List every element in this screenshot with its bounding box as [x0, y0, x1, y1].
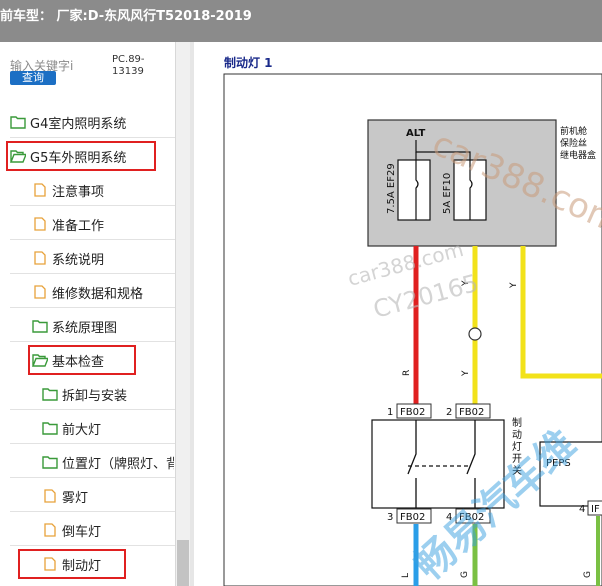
folder-open-icon — [32, 354, 48, 367]
wiring-diagram: ALT 7.5A EF29 5A EF10 前机舱 保险丝 继电器盒 R Y Y… — [223, 73, 602, 586]
tree-item-label: 系统原理图 — [52, 320, 118, 336]
document-icon — [44, 489, 56, 503]
folder-icon — [32, 320, 48, 333]
wire-label-l: L — [401, 573, 411, 578]
tree-item-label: 位置灯（牌照灯、背 — [62, 456, 174, 472]
wire-label-g1: G — [460, 571, 470, 578]
divider — [10, 409, 176, 410]
connector-1-label: FB02 — [400, 407, 425, 418]
tree-item-label: 系统说明 — [52, 252, 105, 268]
tree-item-g4-interior-lighting[interactable]: G4室内照明系统 — [10, 111, 126, 133]
folder-icon — [42, 456, 58, 469]
divider — [10, 545, 176, 546]
document-icon — [34, 183, 46, 197]
page-reference: PC.89-13139 — [112, 54, 145, 77]
connector-2-label: FB02 — [459, 407, 484, 418]
fuse-ef10-label: 5A EF10 — [442, 173, 453, 214]
fusebox-label-line3: 继电器盒 — [560, 149, 596, 161]
folder-icon — [10, 116, 26, 129]
tree-item-label: G5车外照明系统 — [30, 150, 127, 166]
fuse-ef29-label: 7.5A EF29 — [386, 163, 397, 214]
alt-label: ALT — [406, 128, 425, 139]
tree-item-removal-installation[interactable]: 拆卸与安装 — [42, 383, 127, 405]
tree-item-preparation[interactable]: 准备工作 — [32, 213, 104, 235]
divider — [10, 137, 176, 138]
tree-item-g5-exterior-lighting[interactable]: G5车外照明系统 — [6, 141, 156, 171]
tree-item-headlight[interactable]: 前大灯 — [42, 417, 101, 439]
connector-3-label: FB02 — [400, 512, 425, 523]
tree-item-label: G4室内照明系统 — [30, 116, 127, 132]
tree-item-label: 雾灯 — [62, 490, 89, 506]
sidebar: 输入关键字i 查询 PC.89-13139 G4室内照明系统 G5车外照明系统 … — [0, 42, 191, 586]
tree-item-system-description[interactable]: 系统说明 — [32, 247, 104, 269]
fusebox-label-line1: 前机舱 — [560, 125, 587, 137]
folder-icon — [42, 388, 58, 401]
tree-item-fog-light[interactable]: 雾灯 — [42, 485, 88, 507]
folder-open-icon — [10, 150, 26, 163]
switch-label-1: 制 — [512, 416, 522, 429]
tree-item-label: 注意事项 — [52, 184, 105, 200]
wire-label-y1: Y — [461, 370, 471, 377]
fuse-ef29 — [397, 159, 431, 221]
document-icon — [34, 285, 46, 299]
document-icon — [34, 251, 46, 265]
tree-item-basic-check[interactable]: 基本检查 — [28, 345, 136, 375]
divider — [10, 307, 176, 308]
tree-item-label: 准备工作 — [52, 218, 105, 234]
divider — [10, 443, 176, 444]
divider — [10, 273, 176, 274]
divider — [10, 341, 176, 342]
wire-label-g2: G — [583, 571, 593, 578]
switch-label-2: 动 — [512, 429, 522, 441]
tree-item-service-data[interactable]: 维修数据和规格 — [32, 281, 143, 303]
tree-item-label: 制动灯 — [62, 558, 102, 574]
tree-item-brake-light[interactable]: 制动灯 — [18, 549, 126, 579]
tree-item-position-light[interactable]: 位置灯（牌照灯、背 — [42, 451, 174, 473]
connector-peps-label: IF — [591, 504, 600, 515]
divider — [10, 477, 176, 478]
pin-2: 2 — [446, 407, 452, 418]
sidebar-scrollbar[interactable] — [175, 42, 190, 586]
document-icon — [44, 557, 56, 571]
pin-peps: 4 — [579, 504, 585, 515]
document-icon — [34, 217, 46, 231]
tree-item-label: 维修数据和规格 — [52, 286, 144, 302]
divider — [10, 511, 176, 512]
tree-item-schematic[interactable]: 系统原理图 — [32, 315, 117, 337]
fusebox-label-line2: 保险丝 — [560, 137, 587, 149]
tree-item-label: 拆卸与安装 — [62, 388, 128, 404]
wire-label-r: R — [402, 370, 412, 376]
splice-point — [468, 327, 482, 341]
vehicle-title: 前车型： 厂家:D-东风风行T52018-2019 — [0, 9, 252, 24]
diagram-viewer: 制动灯 1 ALT 7.5A EF29 5A EF10 前机舱 保险丝 继电器盒… — [194, 42, 602, 586]
folder-icon — [42, 422, 58, 435]
divider — [10, 205, 176, 206]
document-icon — [44, 523, 56, 537]
pin-3: 3 — [387, 512, 393, 523]
tree-item-label: 前大灯 — [62, 422, 102, 438]
divider — [10, 239, 176, 240]
wire-yellow-right — [520, 246, 602, 379]
search-button[interactable]: 查询 — [10, 71, 56, 85]
wire-label-y3: Y — [509, 282, 519, 289]
tree-item-label: 倒车灯 — [62, 524, 102, 540]
scrollbar-thumb[interactable] — [177, 540, 189, 586]
tree-item-precautions[interactable]: 注意事项 — [32, 179, 104, 201]
tree-item-label: 基本检查 — [52, 354, 105, 370]
pin-1: 1 — [387, 407, 393, 418]
window-titlebar: 前车型： 厂家:D-东风风行T52018-2019 — [0, 0, 602, 42]
tree-item-reverse-light[interactable]: 倒车灯 — [42, 519, 101, 541]
